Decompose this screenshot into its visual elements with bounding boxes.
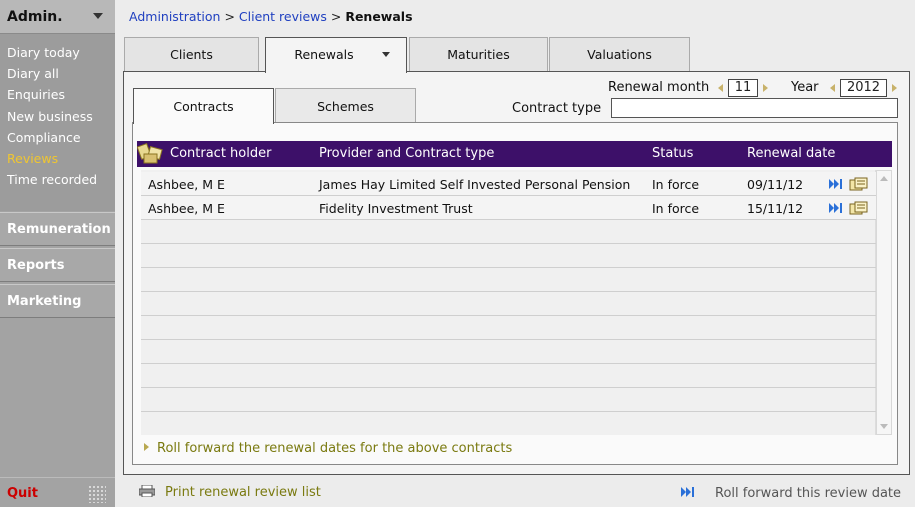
roll-forward-icon — [681, 487, 694, 497]
chevron-down-icon[interactable] — [382, 52, 390, 57]
table-body: Ashbee, M E James Hay Limited Self Inves… — [141, 170, 876, 435]
cell-holder: Ashbee, M E — [148, 177, 225, 192]
month-next-icon[interactable] — [763, 84, 768, 92]
tab-label: Renewals — [294, 47, 354, 62]
sidebar-section-marketing[interactable]: Marketing — [0, 284, 115, 318]
sidebar-section-label: Remuneration — [7, 222, 111, 237]
table-row-empty — [141, 292, 876, 316]
contract-type-label: Contract type — [512, 101, 602, 116]
tab-contracts[interactable]: Contracts — [133, 88, 274, 124]
cell-renewal-date: 15/11/12 — [747, 201, 804, 216]
tab-label: Maturities — [447, 47, 510, 62]
tab-valuations[interactable]: Valuations — [549, 37, 690, 72]
cell-provider: Fidelity Investment Trust — [319, 201, 473, 216]
sidebar-section-reports[interactable]: Reports — [0, 248, 115, 282]
renewal-month-label: Renewal month — [608, 80, 710, 95]
year-field[interactable]: 2012 — [840, 79, 887, 97]
sidebar-item-diary-today[interactable]: Diary today — [7, 45, 80, 60]
column-header-status[interactable]: Status — [652, 146, 693, 161]
breadcrumb: Administration > Client reviews > Renewa… — [129, 9, 413, 24]
cell-holder: Ashbee, M E — [148, 201, 225, 216]
sidebar-item-time-recorded[interactable]: Time recorded — [7, 172, 97, 187]
table-row-empty — [141, 220, 876, 244]
folder-icon[interactable] — [849, 201, 869, 215]
tab-label: Contracts — [173, 99, 234, 114]
tab-label: Schemes — [317, 99, 374, 114]
folder-icon[interactable] — [849, 177, 869, 191]
tab-renewals[interactable]: Renewals — [265, 37, 407, 73]
tab-schemes[interactable]: Schemes — [275, 88, 416, 123]
chevron-down-icon[interactable] — [93, 13, 103, 19]
sidebar: Admin. Diary today Diary all Enquiries N… — [0, 0, 115, 507]
sidebar-section-label: Marketing — [7, 294, 82, 309]
table-row-empty — [141, 340, 876, 364]
roll-forward-review-date-button[interactable]: Roll forward this review date — [681, 486, 901, 501]
table-row[interactable]: Ashbee, M E Fidelity Investment Trust In… — [141, 196, 876, 220]
roll-forward-contracts-label: Roll forward the renewal dates for the a… — [157, 441, 513, 456]
cell-status: In force — [652, 177, 700, 192]
table-row-empty — [141, 244, 876, 268]
table-header: Contract holder Provider and Contract ty… — [137, 141, 892, 167]
grip-icon[interactable] — [88, 485, 106, 503]
breadcrumb-separator: > — [220, 9, 239, 24]
column-header-contract-holder[interactable]: Contract holder — [170, 146, 271, 161]
roll-forward-contracts-link[interactable]: Roll forward the renewal dates for the a… — [144, 441, 512, 456]
scroll-down-icon[interactable] — [880, 424, 888, 429]
cell-status: In force — [652, 201, 700, 216]
column-header-renewal-date[interactable]: Renewal date — [747, 146, 835, 161]
sidebar-item-enquiries[interactable]: Enquiries — [7, 87, 65, 102]
contracts-icon — [137, 143, 163, 164]
print-label: Print renewal review list — [165, 485, 321, 500]
cell-provider: James Hay Limited Self Invested Personal… — [319, 177, 631, 192]
breadcrumb-current: Renewals — [345, 9, 413, 24]
cell-renewal-date: 09/11/12 — [747, 177, 804, 192]
sidebar-title: Admin. — [7, 9, 63, 25]
breadcrumb-separator: > — [326, 9, 346, 24]
table-row-empty — [141, 268, 876, 292]
sidebar-header[interactable]: Admin. — [0, 0, 115, 34]
year-prev-icon[interactable] — [830, 84, 835, 92]
table-scrollbar[interactable] — [876, 170, 892, 435]
tab-clients[interactable]: Clients — [124, 37, 259, 72]
tab-maturities[interactable]: Maturities — [409, 37, 548, 72]
month-prev-icon[interactable] — [718, 84, 723, 92]
sidebar-section-remuneration[interactable]: Remuneration — [0, 212, 115, 246]
table-row[interactable]: Ashbee, M E James Hay Limited Self Inves… — [141, 172, 876, 196]
year-label: Year — [791, 80, 819, 95]
breadcrumb-client-reviews[interactable]: Client reviews — [239, 9, 327, 24]
sidebar-nav: Diary today Diary all Enquiries New busi… — [0, 34, 115, 211]
contract-type-input[interactable] — [611, 98, 898, 118]
tab-label: Clients — [170, 47, 213, 62]
printer-icon — [138, 484, 156, 498]
sidebar-footer: Quit — [0, 477, 115, 507]
table-row-empty — [141, 388, 876, 412]
sidebar-item-new-business[interactable]: New business — [7, 109, 93, 124]
sidebar-item-diary-all[interactable]: Diary all — [7, 66, 59, 81]
roll-forward-icon[interactable] — [829, 179, 843, 189]
tab-label: Valuations — [587, 47, 652, 62]
column-header-provider[interactable]: Provider and Contract type — [319, 146, 494, 161]
scroll-up-icon[interactable] — [880, 176, 888, 181]
print-renewal-review-list-button[interactable]: Print renewal review list — [138, 484, 321, 500]
year-next-icon[interactable] — [892, 84, 897, 92]
play-icon — [144, 443, 149, 451]
sidebar-item-compliance[interactable]: Compliance — [7, 130, 81, 145]
roll-forward-icon[interactable] — [829, 203, 843, 213]
roll-forward-review-label: Roll forward this review date — [715, 486, 902, 501]
table-row-empty — [141, 364, 876, 388]
sidebar-section-label: Reports — [7, 258, 65, 273]
sidebar-item-reviews[interactable]: Reviews — [7, 151, 58, 166]
quit-button[interactable]: Quit — [7, 486, 38, 501]
renewal-month-field[interactable]: 11 — [728, 79, 758, 97]
table-row-empty — [141, 316, 876, 340]
breadcrumb-administration[interactable]: Administration — [129, 9, 220, 24]
